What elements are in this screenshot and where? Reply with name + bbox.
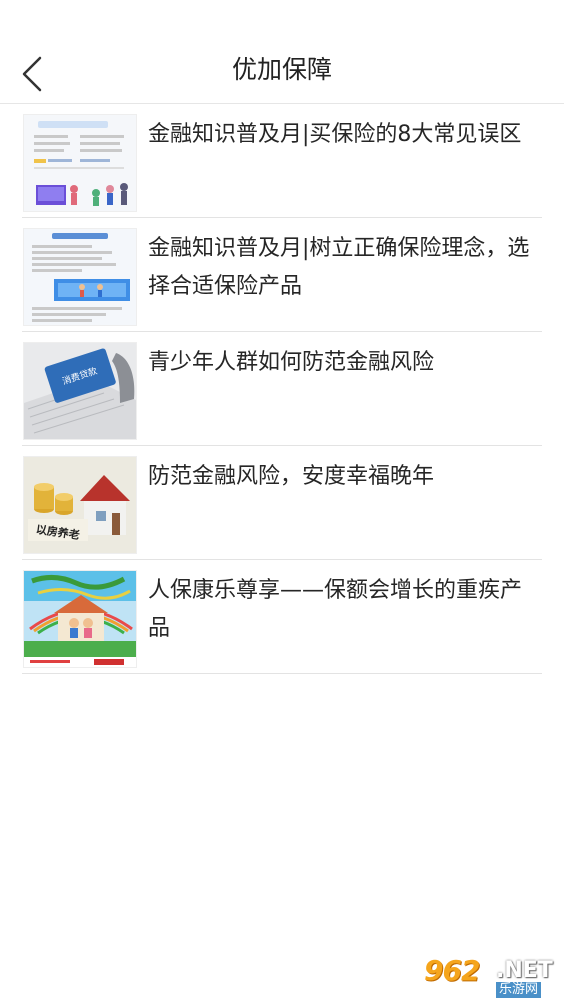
- article-title: 金融知识普及月|树立正确保险理念，选择合适保险产品: [148, 236, 530, 299]
- list-item[interactable]: 消费贷款 青少年人群如何防范金融风险: [22, 332, 542, 446]
- top-bar: 优加保障: [0, 0, 564, 104]
- page-title: 优加保障: [231, 55, 332, 84]
- watermark-number: 962: [424, 954, 480, 987]
- article-thumbnail: [23, 228, 137, 326]
- watermark-suffix: .NET: [496, 958, 553, 983]
- list-item[interactable]: 以房养老 防范金融风险，安度幸福晚年: [22, 446, 542, 560]
- article-thumbnail: [23, 114, 137, 212]
- article-thumbnail: [23, 570, 137, 668]
- list-item[interactable]: 金融知识普及月|买保险的8大常见误区: [22, 104, 542, 218]
- watermark-site: 乐游网: [496, 982, 542, 998]
- list-item[interactable]: 人保康乐尊享——保额会增长的重疾产品: [22, 560, 542, 674]
- article-thumbnail: 消费贷款: [23, 342, 137, 440]
- article-title: 人保康乐尊享——保额会增长的重疾产品: [148, 578, 523, 641]
- site-watermark-logo: 962 .NET 乐游网: [424, 954, 558, 1000]
- article-thumbnail: 以房养老: [23, 456, 137, 554]
- list-item[interactable]: 金融知识普及月|树立正确保险理念，选择合适保险产品: [22, 218, 542, 332]
- article-title: 防范金融风险，安度幸福晚年: [148, 464, 435, 489]
- article-title: 金融知识普及月|买保险的8大常见误区: [148, 122, 522, 147]
- article-list: 金融知识普及月|买保险的8大常见误区 金融知识普及月|树立正确保险理念，选择合适…: [22, 104, 542, 674]
- article-title: 青少年人群如何防范金融风险: [148, 350, 435, 375]
